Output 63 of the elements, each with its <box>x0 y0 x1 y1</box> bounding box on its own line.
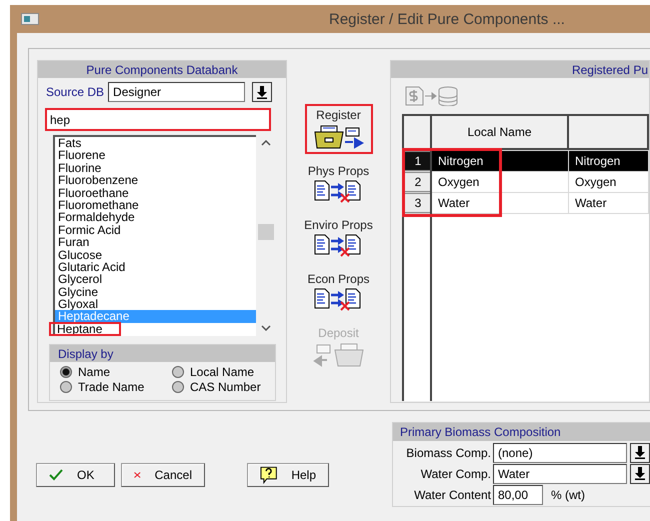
down-arrow-icon <box>634 446 646 459</box>
list-item[interactable]: Fluorobenzene <box>55 174 256 187</box>
down-arrow-icon <box>634 467 646 480</box>
file-drawer-icon <box>312 342 364 368</box>
down-arrow-icon <box>256 86 268 98</box>
list-item[interactable]: Fluorine <box>55 162 256 174</box>
table-cell: Nitrogen <box>569 151 649 171</box>
search-field[interactable]: hep <box>45 108 271 131</box>
panel-title: Registered Pu <box>572 62 649 76</box>
source-db-dropdown[interactable]: Designer <box>108 82 246 102</box>
help-icon <box>260 466 278 484</box>
radio-option[interactable]: Trade Name <box>60 380 172 394</box>
copy-properties-icon <box>314 288 362 312</box>
field-label: Water Comp. <box>420 466 492 480</box>
list-item[interactable]: Furan <box>55 236 256 249</box>
list-item[interactable]: Glyoxal <box>55 298 256 310</box>
list-item[interactable]: Glucose <box>55 248 256 261</box>
list-item[interactable]: Fluorene <box>55 149 256 162</box>
list-item[interactable]: Fats <box>55 137 256 150</box>
list-item[interactable]: Heptane <box>50 322 120 336</box>
list-item[interactable]: Fluoroethane <box>55 186 256 199</box>
close-icon <box>134 469 141 481</box>
source-db-label: Source DB <box>46 85 104 99</box>
radio-option[interactable]: Name <box>60 365 172 379</box>
list-item[interactable]: Glycerol <box>55 273 256 286</box>
field-label: Water Content <box>413 488 492 502</box>
table-cell: Nitrogen <box>432 151 569 171</box>
dropdown-button[interactable] <box>252 82 272 102</box>
dialog-button[interactable]: Cancel <box>121 463 205 487</box>
list-item[interactable]: Fluoromethane <box>55 198 256 212</box>
column-header[interactable]: Local Name <box>432 116 569 150</box>
list-item[interactable]: Formic Acid <box>55 224 256 236</box>
radio-option[interactable]: Local Name <box>172 365 282 379</box>
checkmark-icon <box>49 469 63 481</box>
dropdown-button[interactable] <box>630 464 650 484</box>
dialog-button[interactable]: OK <box>36 463 115 487</box>
dropdown-field[interactable]: (none) <box>493 442 627 462</box>
copy-properties-icon <box>314 234 362 258</box>
unit-label: % (wt) <box>551 488 585 502</box>
action-button[interactable]: Econ Props <box>299 268 378 316</box>
export-database-icon <box>405 86 459 106</box>
action-button[interactable]: Phys Props <box>300 160 378 208</box>
window-title: Register / Edit Pure Components ... <box>329 10 565 28</box>
action-button[interactable]: Enviro Props <box>296 214 381 262</box>
panel-title: Primary Biomass Composition <box>393 423 650 441</box>
dropdown-field[interactable]: Water <box>493 464 627 484</box>
scroll-down-icon[interactable] <box>261 325 271 331</box>
panel-title: Pure Components Databank <box>38 61 286 78</box>
dropdown-button[interactable] <box>630 442 650 462</box>
list-item[interactable]: Formaldehyde <box>55 211 256 224</box>
radio-option[interactable]: CAS Number <box>172 380 282 394</box>
action-button[interactable]: Register <box>304 104 372 154</box>
app-icon <box>21 13 39 25</box>
copy-properties-icon <box>314 180 362 204</box>
scrollbar-thumb[interactable] <box>258 224 274 240</box>
file-drawer-icon <box>312 124 364 150</box>
group-title: Display by <box>50 345 275 362</box>
list-item[interactable]: Glycine <box>55 286 256 298</box>
field-label: Biomass Comp. <box>405 446 492 460</box>
dialog-button[interactable]: Help <box>247 463 329 487</box>
list-item[interactable]: Glutaric Acid <box>55 260 256 274</box>
number-field[interactable]: 80,00 <box>493 484 543 504</box>
scroll-up-icon[interactable] <box>261 140 271 146</box>
